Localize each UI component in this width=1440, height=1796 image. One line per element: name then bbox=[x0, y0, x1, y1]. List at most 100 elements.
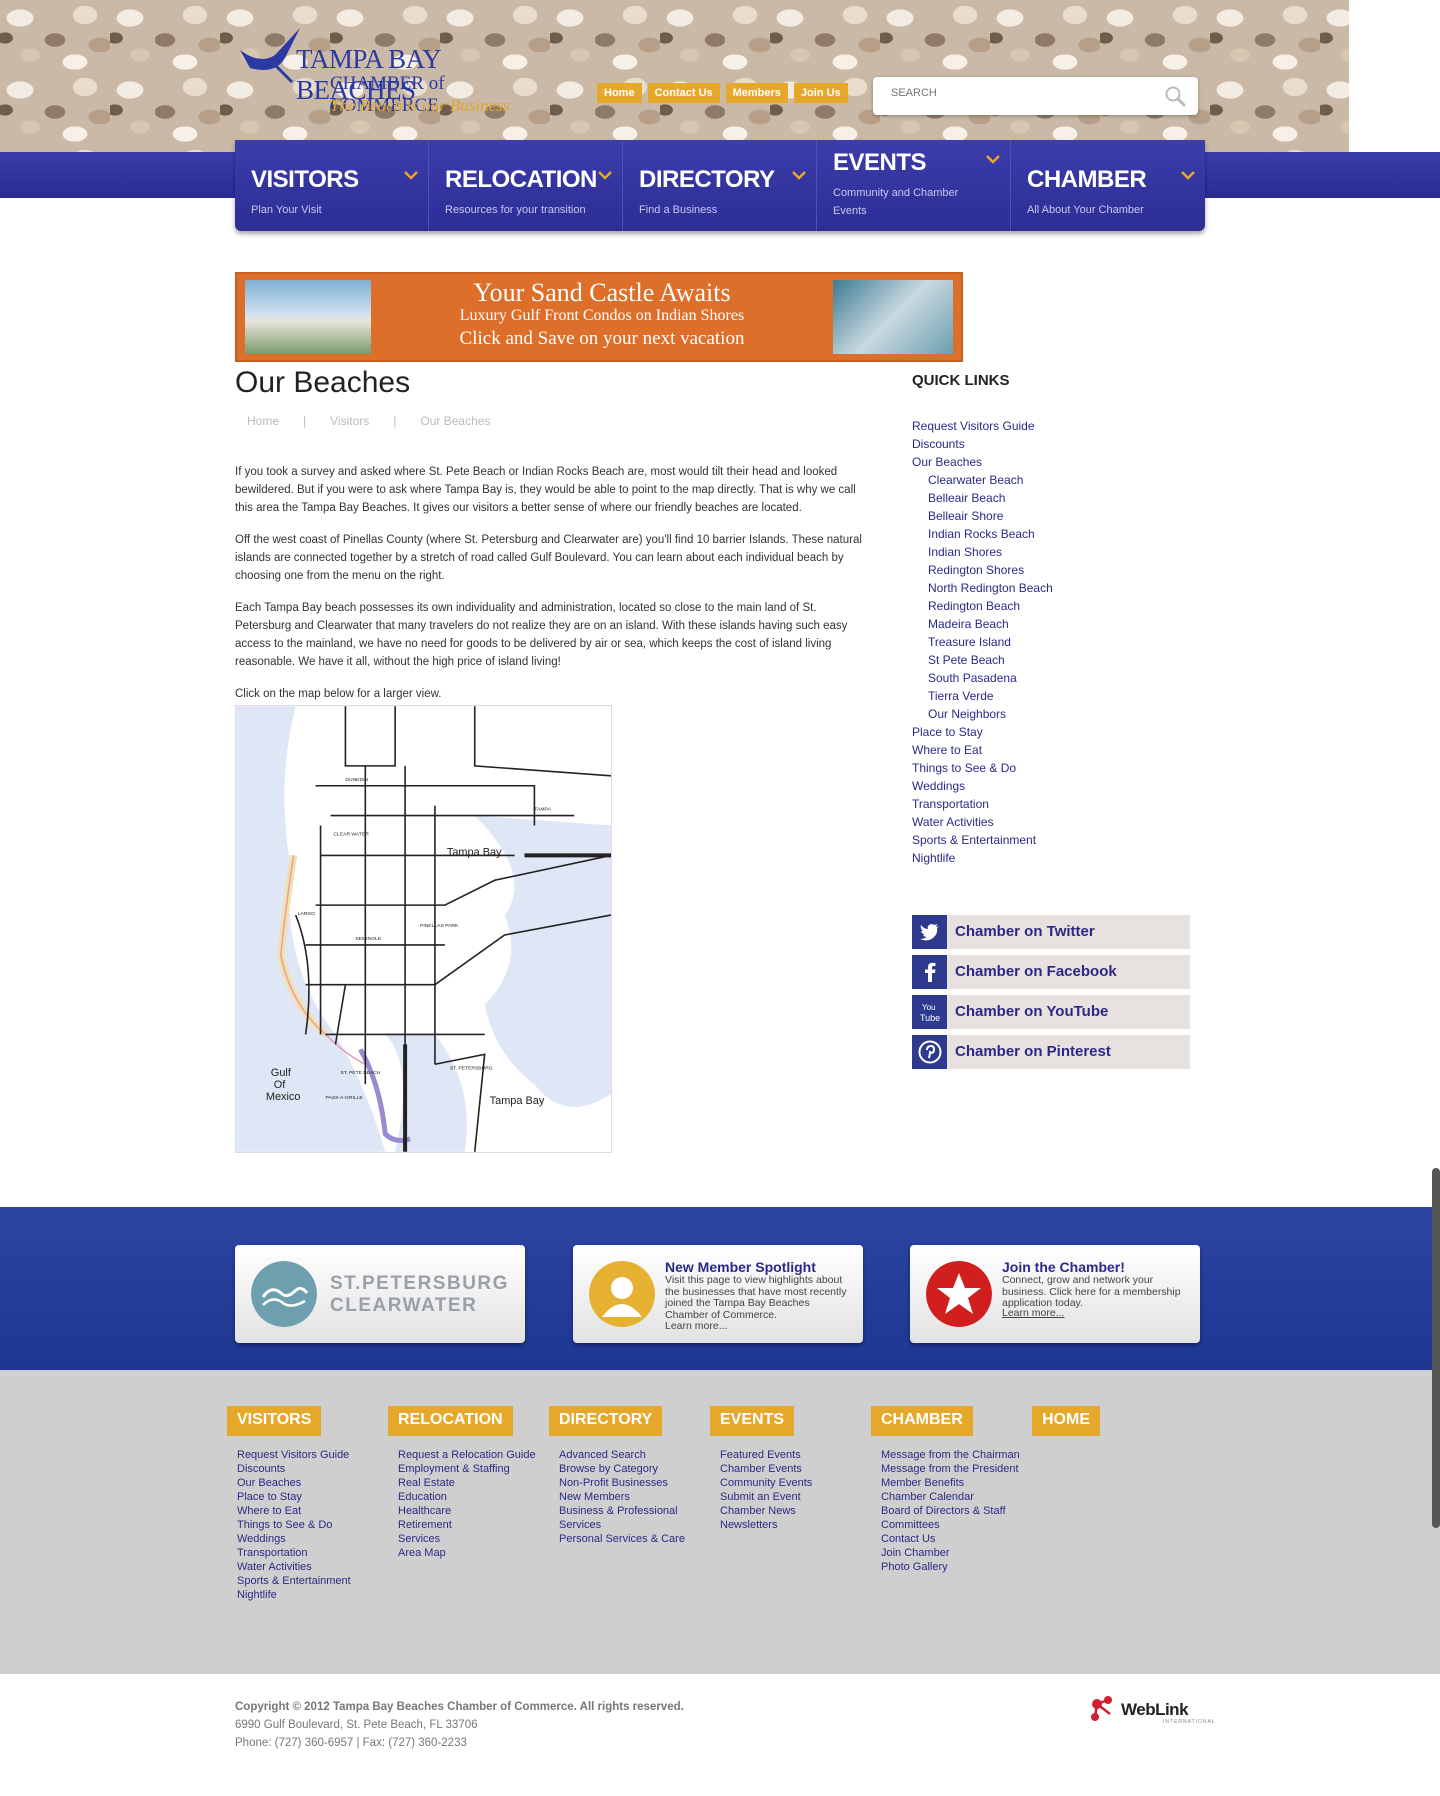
footer-heading[interactable]: HOME bbox=[1032, 1406, 1100, 1436]
footer-link[interactable]: Retirement bbox=[398, 1518, 538, 1532]
quick-link[interactable]: Treasure Island bbox=[928, 635, 1011, 649]
footer-link[interactable]: Message from the President bbox=[881, 1462, 1021, 1476]
footer-link[interactable]: Nightlife bbox=[237, 1588, 377, 1602]
quick-link[interactable]: Indian Shores bbox=[928, 545, 1002, 559]
footer-link[interactable]: Our Beaches bbox=[237, 1476, 377, 1490]
footer-link[interactable]: Place to Stay bbox=[237, 1490, 377, 1504]
join-learn-more[interactable]: Learn more... bbox=[1002, 1307, 1188, 1320]
top-nav-members[interactable]: Members bbox=[725, 83, 788, 103]
quick-link[interactable]: Discounts bbox=[912, 437, 965, 451]
quick-link[interactable]: Redington Shores bbox=[928, 563, 1024, 577]
footer-link[interactable]: Community Events bbox=[720, 1476, 860, 1490]
nav-events[interactable]: EVENTS Community and Chamber Events bbox=[817, 140, 1011, 231]
footer-link[interactable]: Water Activities bbox=[237, 1560, 377, 1574]
nav-visitors[interactable]: VISITORS Plan Your Visit bbox=[235, 140, 429, 231]
spotlight-learn-more[interactable]: Learn more... bbox=[665, 1320, 851, 1333]
breadcrumb-visitors[interactable]: Visitors bbox=[330, 414, 369, 428]
footer-link[interactable]: Things to See & Do bbox=[237, 1518, 377, 1532]
quick-link[interactable]: Place to Stay bbox=[912, 725, 983, 739]
footer-heading[interactable]: VISITORS bbox=[227, 1406, 322, 1436]
quick-link[interactable]: Tierra Verde bbox=[928, 689, 994, 703]
footer-link[interactable]: Discounts bbox=[237, 1462, 377, 1476]
footer-link[interactable]: Newsletters bbox=[720, 1518, 860, 1532]
nav-visitors-subtitle: Plan Your Visit bbox=[251, 204, 322, 216]
search-input[interactable] bbox=[891, 87, 1141, 99]
footer-link[interactable]: Request Visitors Guide bbox=[237, 1448, 377, 1462]
weblink-logo[interactable]: WebLink INTERNATIONAL bbox=[1088, 1694, 1215, 1725]
footer-heading[interactable]: RELOCATION bbox=[388, 1406, 513, 1436]
quick-link[interactable]: Clearwater Beach bbox=[928, 473, 1023, 487]
footer-link[interactable]: Browse by Category bbox=[559, 1462, 699, 1476]
quick-link[interactable]: Belleair Beach bbox=[928, 491, 1005, 505]
footer-link[interactable]: Healthcare bbox=[398, 1504, 538, 1518]
footer-link[interactable]: Sports & Entertainment bbox=[237, 1574, 377, 1588]
footer-link[interactable]: Area Map bbox=[398, 1546, 538, 1560]
footer-link[interactable]: Where to Eat bbox=[237, 1504, 377, 1518]
footer-link[interactable]: Real Estate bbox=[398, 1476, 538, 1490]
join-chamber-promo[interactable]: Join the Chamber! Connect, grow and netw… bbox=[910, 1245, 1200, 1343]
quick-link[interactable]: Water Activities bbox=[912, 815, 994, 829]
site-logo[interactable]: TAMPA BAY BEACHES CHAMBER of COMMERCE Th… bbox=[230, 20, 550, 116]
footer-link[interactable]: Member Benefits bbox=[881, 1476, 1021, 1490]
quick-link[interactable]: Things to See & Do bbox=[912, 761, 1016, 775]
footer-link[interactable]: Photo Gallery bbox=[881, 1560, 1021, 1574]
nav-chamber[interactable]: CHAMBER All About Your Chamber bbox=[1011, 140, 1205, 231]
page-scrollbar[interactable] bbox=[1432, 1168, 1440, 1528]
footer-link[interactable]: Non-Profit Businesses bbox=[559, 1476, 699, 1490]
top-nav-join-us[interactable]: Join Us bbox=[793, 83, 848, 103]
footer-link[interactable]: Request a Relocation Guide bbox=[398, 1448, 538, 1462]
quick-link[interactable]: Nightlife bbox=[912, 851, 955, 865]
new-member-spotlight-promo[interactable]: New Member Spotlight Visit this page to … bbox=[573, 1245, 863, 1343]
quick-link[interactable]: Indian Rocks Beach bbox=[928, 527, 1035, 541]
quick-link[interactable]: Where to Eat bbox=[912, 743, 982, 757]
footer-heading[interactable]: CHAMBER bbox=[871, 1406, 973, 1436]
quick-link[interactable]: Weddings bbox=[912, 779, 965, 793]
footer-link[interactable]: Weddings bbox=[237, 1532, 377, 1546]
footer-link[interactable]: Business & Professional Services bbox=[559, 1504, 699, 1532]
quick-link[interactable]: South Pasadena bbox=[928, 671, 1017, 685]
quick-link[interactable]: Redington Beach bbox=[928, 599, 1020, 613]
footer-link[interactable]: Submit an Event bbox=[720, 1490, 860, 1504]
footer-link[interactable]: Message from the Chairman bbox=[881, 1448, 1021, 1462]
footer-link[interactable]: Education bbox=[398, 1490, 538, 1504]
quick-link[interactable]: Madeira Beach bbox=[928, 617, 1009, 631]
beaches-map[interactable]: Tampa Bay Tampa Bay Gulf Of Mexico CLEAR… bbox=[235, 705, 612, 1153]
footer-link[interactable]: New Members bbox=[559, 1490, 699, 1504]
twitter-link[interactable]: Chamber on Twitter bbox=[912, 915, 1190, 949]
footer-link[interactable]: Transportation bbox=[237, 1546, 377, 1560]
footer-link[interactable]: Chamber Calendar bbox=[881, 1490, 1021, 1504]
quick-link[interactable]: Request Visitors Guide bbox=[912, 419, 1035, 433]
search-icon[interactable] bbox=[1164, 85, 1186, 107]
top-nav-home[interactable]: Home bbox=[597, 83, 642, 103]
breadcrumb-home[interactable]: Home bbox=[247, 414, 279, 428]
youtube-link[interactable]: You Tube Chamber on YouTube bbox=[912, 995, 1190, 1029]
quick-link[interactable]: St Pete Beach bbox=[928, 653, 1005, 667]
sand-castle-banner-ad[interactable]: Your Sand Castle Awaits Luxury Gulf Fron… bbox=[235, 272, 963, 362]
facebook-link[interactable]: Chamber on Facebook bbox=[912, 955, 1190, 989]
footer-link[interactable]: Join Chamber bbox=[881, 1546, 1021, 1560]
footer-link[interactable]: Employment & Staffing bbox=[398, 1462, 538, 1476]
map-label-dunedin: DUNEDIN bbox=[345, 777, 368, 783]
quick-link[interactable]: Our Neighbors bbox=[928, 707, 1006, 721]
quick-link[interactable]: Our Beaches bbox=[912, 455, 982, 469]
quick-link[interactable]: Transportation bbox=[912, 797, 989, 811]
quick-link[interactable]: Belleair Shore bbox=[928, 509, 1003, 523]
footer-link[interactable]: Advanced Search bbox=[559, 1448, 699, 1462]
pinterest-link[interactable]: Chamber on Pinterest bbox=[912, 1035, 1190, 1069]
footer-link[interactable]: Personal Services & Care bbox=[559, 1532, 699, 1546]
footer-link[interactable]: Board of Directors & Staff bbox=[881, 1504, 1021, 1518]
quick-link[interactable]: Sports & Entertainment bbox=[912, 833, 1036, 847]
footer-heading[interactable]: EVENTS bbox=[710, 1406, 795, 1436]
footer-link[interactable]: Committees bbox=[881, 1518, 1021, 1532]
top-nav-contact-us[interactable]: Contact Us bbox=[647, 83, 720, 103]
quick-link[interactable]: North Redington Beach bbox=[928, 581, 1053, 595]
footer-link[interactable]: Chamber Events bbox=[720, 1462, 860, 1476]
footer-link[interactable]: Featured Events bbox=[720, 1448, 860, 1462]
footer-link[interactable]: Contact Us bbox=[881, 1532, 1021, 1546]
nav-relocation[interactable]: RELOCATION Resources for your transition bbox=[429, 140, 623, 231]
nav-directory[interactable]: DIRECTORY Find a Business bbox=[623, 140, 817, 231]
footer-heading[interactable]: DIRECTORY bbox=[549, 1406, 663, 1436]
footer-link[interactable]: Services bbox=[398, 1532, 538, 1546]
st-petersburg-clearwater-promo[interactable]: ST.PETERSBURG CLEARWATER bbox=[235, 1245, 525, 1343]
footer-link[interactable]: Chamber News bbox=[720, 1504, 860, 1518]
